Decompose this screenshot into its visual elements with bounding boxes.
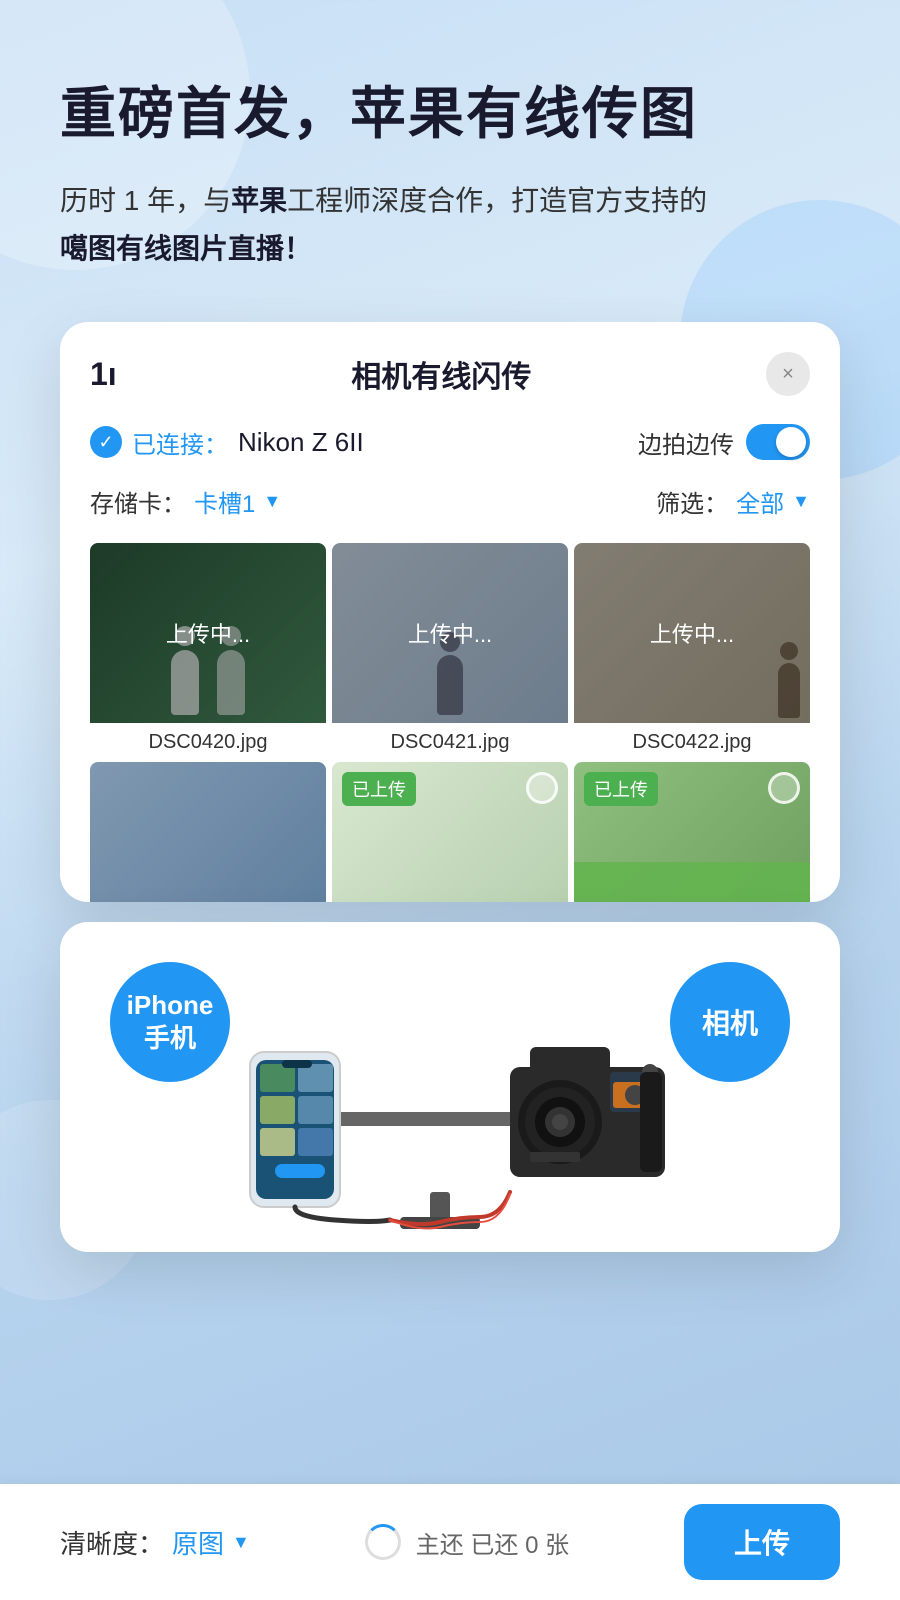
page-subtitle: 历时 1 年，与苹果工程师深度合作，打造官方支持的 噶图有线图片直播！	[60, 177, 840, 272]
photo-name-1: DSC0420.jpg	[90, 723, 326, 762]
main-dialog-card: 1ı 相机有线闪传 × ✓ 已连接： Nikon Z 6II 边拍边传 存储卡：…	[60, 322, 840, 902]
live-transfer-control[interactable]: 边拍边传	[638, 424, 810, 460]
live-transfer-label: 边拍边传	[638, 425, 734, 460]
connected-label: 已连接：	[132, 425, 228, 460]
uploading-text-3: 上传中...	[650, 617, 734, 649]
check-icon: ✓	[90, 426, 122, 458]
connection-row: ✓ 已连接： Nikon Z 6II 边拍边传	[90, 424, 810, 460]
quality-dropdown-icon: ▼	[232, 1532, 250, 1553]
subtitle-bold: 噶图有线图片直播！	[60, 233, 312, 264]
close-button[interactable]: ×	[766, 352, 810, 396]
storage-selector[interactable]: 存储卡： 卡槽1 ▼	[90, 484, 281, 519]
uploading-text-2: 上传中...	[408, 617, 492, 649]
uploaded-badge-6: 已上传	[584, 772, 658, 806]
live-transfer-toggle[interactable]	[746, 424, 810, 460]
subtitle-highlight: 苹果	[231, 185, 287, 216]
quality-select[interactable]: 清晰度： 原图 ▼	[60, 1524, 250, 1561]
bottom-illustration-panel: iPhone 手机 相机	[60, 922, 840, 1252]
photo-item-2[interactable]: 上传中... DSC0421.jpg	[332, 543, 568, 762]
page-headline: 重磅首发，苹果有线传图	[60, 80, 840, 147]
subtitle-part1: 历时 1 年，与	[60, 185, 231, 216]
card-header: 1ı 相机有线闪传 ×	[90, 352, 810, 396]
app-logo: 1ı	[90, 356, 117, 393]
uploading-text-1: 上传中...	[166, 617, 250, 649]
progress-text: 主还 已还 0 张	[416, 1525, 569, 1560]
photo-item-3[interactable]: 上传中... DSC0422.jpg	[574, 543, 810, 762]
filter-dropdown-icon: ▼	[792, 491, 810, 512]
camera-rig-illustration	[220, 972, 680, 1232]
quality-label: 清晰度：	[60, 1524, 164, 1561]
quality-value: 原图	[172, 1524, 224, 1561]
photo-item-6[interactable]: 已上传	[574, 762, 810, 902]
filter-value: 全部	[736, 484, 784, 519]
dialog-title: 相机有线闪传	[117, 352, 766, 396]
photo-item-4[interactable]	[90, 762, 326, 902]
photo-item-1[interactable]: 上传中... DSC0420.jpg	[90, 543, 326, 762]
photo-name-2: DSC0421.jpg	[332, 723, 568, 762]
select-circle-6[interactable]	[768, 772, 800, 804]
photo-grid-row2: 已上传 已上传	[90, 762, 810, 902]
subtitle-part2: 工程师深度合作，打造官方支持的	[287, 185, 707, 216]
storage-row: 存储卡： 卡槽1 ▼ 筛选： 全部 ▼	[90, 484, 810, 519]
photo-name-3: DSC0422.jpg	[574, 723, 810, 762]
storage-label: 存储卡：	[90, 484, 186, 519]
storage-dropdown-icon: ▼	[263, 491, 281, 512]
filter-label: 筛选：	[656, 484, 728, 519]
filter-selector[interactable]: 筛选： 全部 ▼	[656, 484, 810, 519]
progress-info: 主还 已还 0 张	[365, 1524, 569, 1560]
bottom-bar: 清晰度： 原图 ▼ 主还 已还 0 张 上传	[0, 1484, 900, 1600]
photo-grid-row1: 上传中... DSC0420.jpg 上传中... D	[90, 543, 810, 762]
connected-info: ✓ 已连接： Nikon Z 6II	[90, 425, 364, 460]
progress-indicator	[365, 1524, 401, 1560]
camera-bubble: 相机	[670, 962, 790, 1082]
storage-value: 卡槽1	[194, 484, 255, 519]
upload-button[interactable]: 上传	[684, 1504, 840, 1580]
uploaded-badge-5: 已上传	[342, 772, 416, 806]
select-circle-5[interactable]	[526, 772, 558, 804]
photo-item-5[interactable]: 已上传	[332, 762, 568, 902]
iphone-bubble: iPhone 手机	[110, 962, 230, 1082]
device-name: Nikon Z 6II	[238, 427, 364, 458]
